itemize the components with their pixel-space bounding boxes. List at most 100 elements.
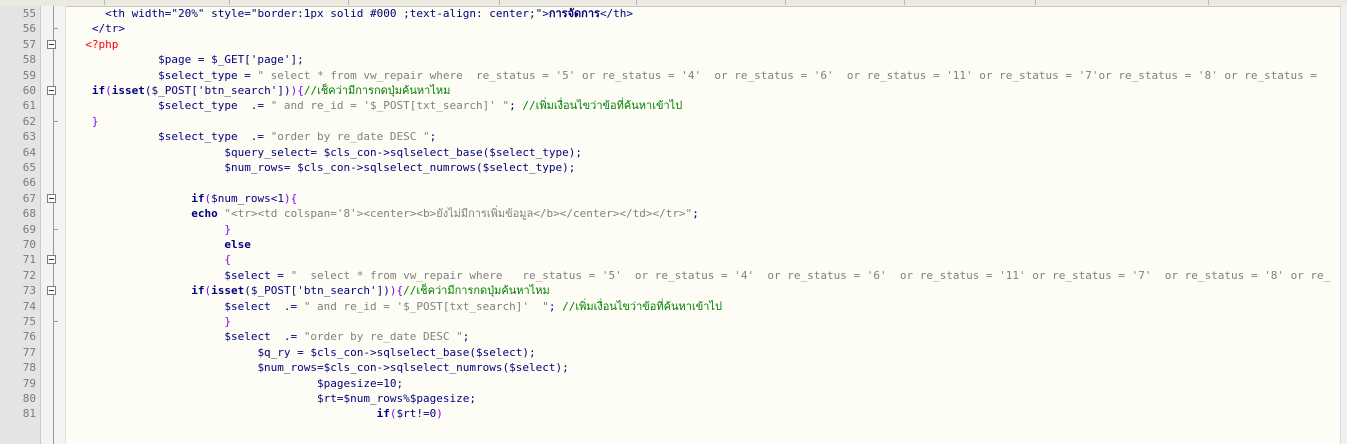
code-text[interactable]: } bbox=[72, 314, 231, 329]
code-token: isset bbox=[111, 84, 145, 97]
code-line[interactable]: 61 $select_type .= " and re_id = '$_POST… bbox=[23, 98, 1341, 113]
fold-toggle-icon[interactable] bbox=[47, 286, 56, 296]
code-text[interactable]: $select = " select * from vw_repair wher… bbox=[72, 268, 1330, 283]
line-number: 73 bbox=[22, 284, 36, 298]
code-line[interactable]: 80 $rt=$num_rows%$pagesize; bbox=[23, 391, 1341, 406]
code-token: $rt=$num_rows%$pagesize; bbox=[317, 392, 476, 405]
line-number: 63 bbox=[22, 130, 36, 144]
code-token: $select_type = bbox=[158, 68, 258, 82]
code-token: $q_ry = $cls_con->sqlselect_base($select… bbox=[257, 345, 536, 359]
code-text[interactable]: } bbox=[72, 222, 231, 237]
code-text[interactable]: $select_type .= " and re_id = '$_POST[tx… bbox=[72, 98, 682, 113]
code-line[interactable]: 63 $select_type .= "order by re_date DES… bbox=[23, 129, 1341, 144]
code-text[interactable]: if($rt!=0) bbox=[72, 406, 443, 421]
code-line[interactable]: 75 } bbox=[23, 314, 1341, 329]
code-token: ) bbox=[436, 407, 443, 421]
code-token: ){ bbox=[283, 191, 298, 205]
line-number: 66 bbox=[22, 176, 36, 190]
code-token: ; bbox=[429, 130, 437, 144]
code-line[interactable]: 73 if(isset($_POST['btn_search'])){//เช็… bbox=[23, 283, 1341, 298]
code-token: else bbox=[224, 238, 251, 251]
code-token: ( bbox=[105, 84, 112, 97]
code-line[interactable]: 74 $select .= " and re_id = '$_POST[txt_… bbox=[23, 299, 1341, 314]
fold-toggle-icon[interactable] bbox=[47, 39, 56, 49]
fold-toggle-icon[interactable] bbox=[47, 193, 56, 203]
code-token: "order by re_date DESC " bbox=[270, 130, 430, 144]
code-text[interactable]: { bbox=[72, 252, 231, 267]
code-line[interactable]: 76 $select .= "order by re_date DESC "; bbox=[23, 329, 1341, 344]
line-number: 71 bbox=[22, 253, 36, 267]
code-text[interactable]: if(isset($_POST['btn_search'])){//เช็คว่… bbox=[72, 283, 550, 298]
code-line[interactable]: 81 if($rt!=0) bbox=[23, 406, 1341, 421]
code-line[interactable]: 79 $pagesize=10; bbox=[23, 376, 1341, 391]
line-number: 68 bbox=[22, 207, 36, 221]
line-number: 61 bbox=[22, 99, 36, 113]
code-line[interactable]: 71 { bbox=[23, 252, 1341, 267]
code-line[interactable]: 57 <?php bbox=[23, 37, 1341, 52]
code-token: </th> bbox=[599, 7, 634, 20]
code-text[interactable]: $num_rows=$cls_con->sqlselect_numrows($s… bbox=[72, 360, 568, 375]
line-number: 55 bbox=[22, 7, 36, 20]
code-line[interactable]: 68 echo "<tr><td colspan='8'><center><b>… bbox=[23, 206, 1341, 221]
fold-toggle-icon[interactable] bbox=[47, 255, 56, 265]
code-token: //เพิ่มเงื่อนไขว่าข้อที่ค้นหาเข้าไป bbox=[522, 99, 683, 113]
vertical-scrollbar[interactable] bbox=[1340, 6, 1347, 444]
code-line[interactable]: 56 </tr> bbox=[23, 21, 1341, 36]
code-text[interactable]: $query_select= $cls_con->sqlselect_base(… bbox=[72, 145, 582, 160]
line-number: 60 bbox=[22, 84, 36, 97]
fold-toggle-icon[interactable] bbox=[47, 86, 56, 95]
code-line[interactable]: 58 $page = $_GET['page']; bbox=[23, 52, 1341, 67]
code-line[interactable]: 60 if(isset($_POST['btn_search'])){//เช็… bbox=[23, 83, 1341, 98]
code-text[interactable]: $select_type = " select * from vw_repair… bbox=[72, 68, 1324, 83]
code-text[interactable]: $rt=$num_rows%$pagesize; bbox=[72, 391, 476, 406]
code-text[interactable]: echo "<tr><td colspan='8'><center><b>ยัง… bbox=[72, 206, 699, 221]
code-line[interactable]: 62 } bbox=[23, 114, 1341, 129]
line-number: 78 bbox=[22, 361, 36, 375]
code-line[interactable]: 66 bbox=[23, 175, 1341, 190]
code-text[interactable]: $select .= " and re_id = '$_POST[txt_sea… bbox=[72, 299, 722, 314]
line-number: 81 bbox=[22, 407, 36, 421]
line-number: 70 bbox=[22, 238, 36, 251]
code-area[interactable]: 55 <th width="20%" style="border:1px sol… bbox=[23, 6, 1341, 444]
code-line[interactable]: 77 $q_ry = $cls_con->sqlselect_base($sel… bbox=[23, 345, 1341, 360]
code-token: ){ bbox=[389, 284, 404, 298]
line-number: 77 bbox=[22, 345, 36, 359]
code-text[interactable]: $q_ry = $cls_con->sqlselect_base($select… bbox=[72, 345, 536, 360]
code-token: $select_type .= bbox=[158, 99, 271, 113]
line-number: 64 bbox=[22, 145, 36, 159]
code-line[interactable]: 72 $select = " select * from vw_repair w… bbox=[23, 268, 1341, 283]
code-token: if bbox=[91, 84, 106, 97]
code-editor[interactable]: 55 <th width="20%" style="border:1px sol… bbox=[0, 0, 1347, 444]
code-text[interactable]: $pagesize=10; bbox=[72, 376, 403, 391]
line-number: 56 bbox=[22, 22, 36, 36]
code-token: ($_POST['btn_search']) bbox=[144, 84, 291, 97]
code-text[interactable]: $num_rows= $cls_con->sqlselect_numrows($… bbox=[72, 160, 575, 175]
line-number: 80 bbox=[22, 392, 36, 405]
code-line[interactable]: 55 <th width="20%" style="border:1px sol… bbox=[23, 6, 1341, 21]
line-number: 65 bbox=[22, 161, 36, 174]
code-line[interactable]: 67 if($num_rows<1){ bbox=[23, 191, 1341, 206]
fold-end-marker-icon bbox=[53, 120, 58, 122]
code-text[interactable]: if(isset($_POST['btn_search'])){//เช็คว่… bbox=[72, 83, 451, 98]
code-text[interactable]: $select_type .= "order by re_date DESC "… bbox=[72, 129, 436, 144]
code-line[interactable]: 65 $num_rows= $cls_con->sqlselect_numrow… bbox=[23, 160, 1341, 175]
code-token: ){ bbox=[290, 84, 304, 97]
code-line[interactable]: 70 else bbox=[23, 237, 1341, 252]
code-text[interactable]: } bbox=[72, 114, 99, 129]
code-text[interactable]: <th width="20%" style="border:1px solid … bbox=[72, 6, 633, 21]
code-text[interactable]: $select .= "order by re_date DESC "; bbox=[72, 329, 469, 344]
code-line[interactable]: 69 } bbox=[23, 222, 1341, 237]
code-token: " and re_id = '$_POST[txt_search]' " bbox=[303, 299, 549, 313]
code-text[interactable]: </tr> bbox=[72, 21, 125, 36]
code-line[interactable]: 59 $select_type = " select * from vw_rep… bbox=[23, 68, 1341, 83]
code-text[interactable]: else bbox=[72, 237, 251, 252]
code-token: if bbox=[191, 284, 205, 298]
code-text[interactable]: $page = $_GET['page']; bbox=[72, 52, 304, 67]
code-line[interactable]: 78 $num_rows=$cls_con->sqlselect_numrows… bbox=[23, 360, 1341, 375]
code-text[interactable]: <?php bbox=[72, 37, 118, 52]
code-token: ; bbox=[509, 99, 523, 113]
code-text[interactable]: if($num_rows<1){ bbox=[72, 191, 297, 206]
code-line[interactable]: 64 $query_select= $cls_con->sqlselect_ba… bbox=[23, 145, 1341, 160]
code-token: } bbox=[91, 114, 99, 128]
code-token: ; bbox=[462, 330, 470, 344]
